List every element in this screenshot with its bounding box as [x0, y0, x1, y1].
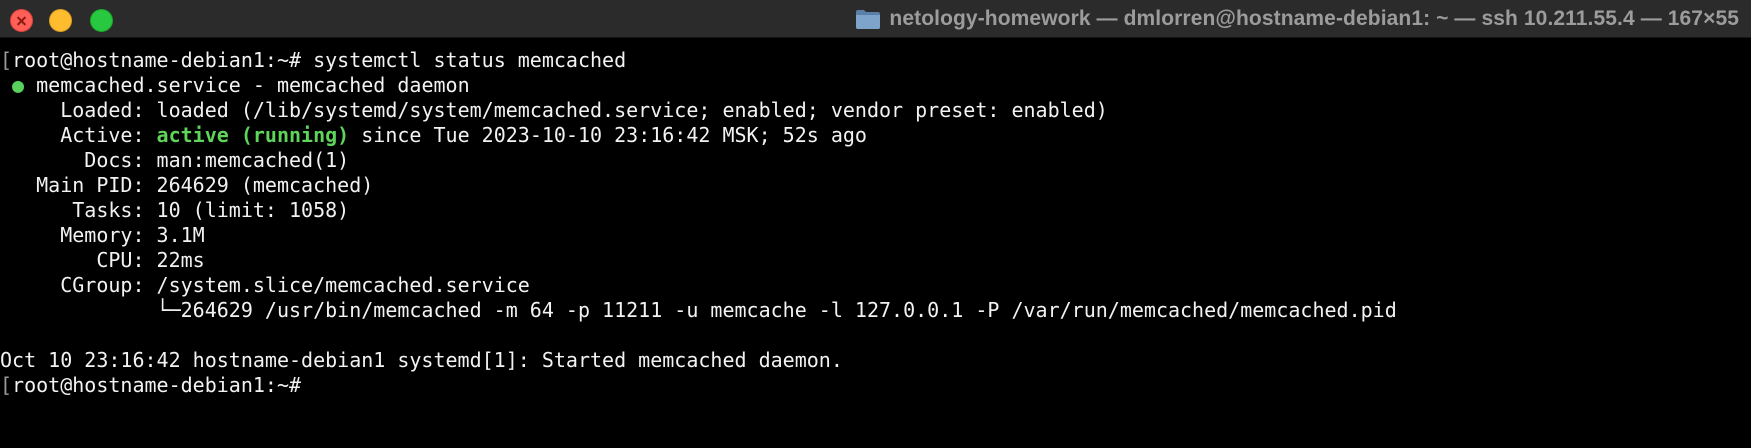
cpu-line: CPU: 22ms [0, 248, 1751, 273]
cpu-value: 22ms [144, 248, 205, 272]
close-button[interactable] [10, 9, 33, 32]
tasks-value: 10 (limit: 1058) [144, 198, 350, 222]
log-line: Oct 10 23:16:42 hostname-debian1 systemd… [0, 348, 1751, 373]
window-title: netology-homework — dmlorren@hostname-de… [889, 7, 1739, 30]
window-title-group: netology-homework — dmlorren@hostname-de… [855, 0, 1739, 38]
active-label: Active: [0, 123, 145, 147]
folder-icon [856, 10, 881, 29]
tasks-line: Tasks: 10 (limit: 1058) [0, 198, 1751, 223]
final-prompt-line[interactable]: [root@hostname-debian1:~# [0, 373, 1751, 398]
main-pid-line: Main PID: 264629 (memcached) [0, 173, 1751, 198]
loaded-value: loaded (/lib/systemd/system/memcached.se… [144, 98, 1108, 122]
zoom-button[interactable] [90, 9, 113, 32]
docs-label: Docs: [0, 148, 145, 172]
prompt: root@hostname-debian1:~# [12, 48, 302, 72]
final-prompt: root@hostname-debian1:~# [12, 373, 302, 397]
active-since: since Tue 2023-10-10 23:16:42 MSK; 52s a… [349, 123, 867, 147]
process-line: └─264629 /usr/bin/memcached -m 64 -p 112… [0, 298, 1751, 323]
docs-line: Docs: man:memcached(1) [0, 148, 1751, 173]
process-tree: └─264629 /usr/bin/memcached -m 64 -p 112… [0, 298, 1397, 322]
active-line: Active: active (running) since Tue 2023-… [0, 123, 1751, 148]
docs-value: man:memcached(1) [144, 148, 350, 172]
service-header: memcached.service - memcached daemon [24, 73, 470, 97]
cgroup-line: CGroup: /system.slice/memcached.service [0, 273, 1751, 298]
memory-line: Memory: 3.1M [0, 223, 1751, 248]
cpu-label: CPU: [0, 248, 145, 272]
terminal-window: netology-homework — dmlorren@hostname-de… [0, 0, 1751, 448]
cgroup-label: CGroup: [0, 273, 145, 297]
command-text: systemctl status memcached [301, 48, 627, 72]
cgroup-value: /system.slice/memcached.service [144, 273, 530, 297]
minimize-button[interactable] [49, 9, 72, 32]
text-cursor [301, 375, 312, 395]
memory-value: 3.1M [144, 223, 205, 247]
terminal-output[interactable]: [root@hostname-debian1:~# systemctl stat… [0, 48, 1751, 448]
title-bar[interactable]: netology-homework — dmlorren@hostname-de… [0, 0, 1751, 38]
loaded-label: Loaded: [0, 98, 145, 122]
command-line: [root@hostname-debian1:~# systemctl stat… [0, 48, 627, 72]
status-dot-icon: ● [12, 73, 25, 97]
log-entry: Oct 10 23:16:42 hostname-debian1 systemd… [0, 348, 843, 372]
main-pid-value: 264629 (memcached) [144, 173, 374, 197]
tasks-label: Tasks: [0, 198, 145, 222]
loaded-line: Loaded: loaded (/lib/systemd/system/memc… [0, 98, 1751, 123]
main-pid-label: Main PID: [0, 173, 145, 197]
active-state: active (running) [144, 123, 350, 147]
service-header-line: ● memcached.service - memcached daemon [0, 73, 1751, 98]
memory-label: Memory: [0, 223, 145, 247]
